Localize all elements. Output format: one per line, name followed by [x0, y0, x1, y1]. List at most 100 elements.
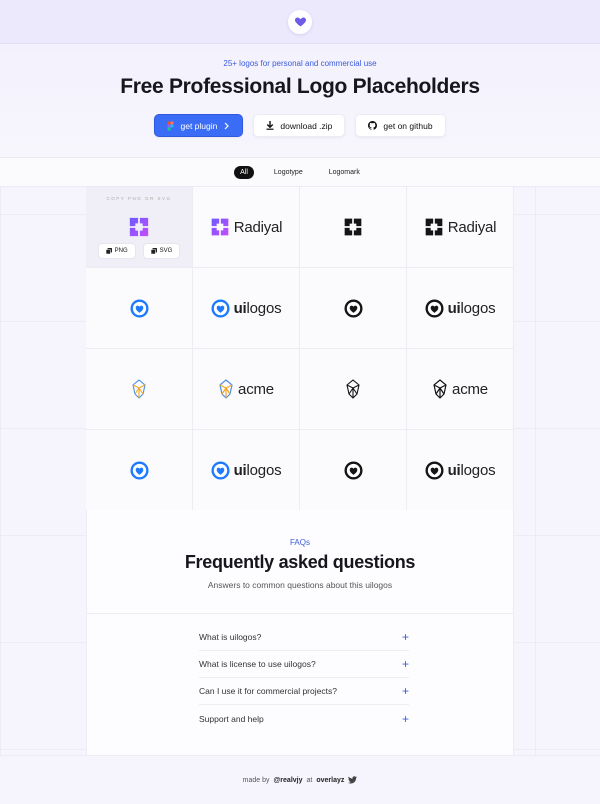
uilogos-word-ui: ui: [233, 461, 247, 479]
github-button[interactable]: get on github: [355, 114, 446, 137]
acme-wordmark: acme: [238, 380, 274, 398]
logo-card-uilogos-mark-blue[interactable]: [86, 268, 193, 349]
footer-company-link[interactable]: overlayz: [316, 777, 344, 784]
faq-list: What is uilogos? + What is license to us…: [199, 624, 409, 732]
uilogos-blue-heart-icon: [129, 298, 149, 318]
copy-icon: [105, 248, 112, 254]
radiyal-color-logomark: [211, 218, 229, 236]
faq-eyebrow: FAQs: [289, 538, 310, 547]
radiyal-wordmark: Radiyal: [447, 218, 497, 236]
logo-card-uilogos-mark-blue-2[interactable]: [86, 430, 193, 511]
tab-all[interactable]: All: [234, 165, 254, 179]
faq-question: What is uilogos?: [199, 632, 262, 642]
footer-made-by: made by: [242, 776, 270, 784]
radiyal-wordmark: Radiyal: [233, 218, 283, 236]
logo-card-uilogos-mark-mono-2[interactable]: [300, 430, 407, 511]
github-icon: [368, 121, 378, 130]
faq-item[interactable]: Can I use it for commercial projects? +: [199, 678, 409, 705]
logo-card-uilogos-type-mono[interactable]: uilogos: [407, 268, 514, 349]
top-bar: [0, 0, 600, 44]
heart-icon: [294, 17, 306, 27]
uilogos-wordmark: uilogos: [448, 462, 496, 479]
logo-card-acme-type-mono[interactable]: acme: [407, 349, 514, 430]
get-plugin-label: get plugin: [180, 120, 218, 131]
logo-card-acme-type-color[interactable]: acme: [193, 349, 300, 430]
logo-card-uilogos-type-blue-2[interactable]: uilogos: [193, 430, 300, 511]
plus-icon[interactable]: +: [402, 713, 409, 725]
faq-header: FAQs Frequently asked questions Answers …: [87, 510, 513, 614]
tab-logomark[interactable]: Logomark: [323, 166, 366, 179]
download-zip-button[interactable]: download .zip: [253, 114, 346, 137]
uilogos-word-ui: ui: [447, 299, 461, 317]
twitter-icon[interactable]: [348, 776, 358, 784]
copy-svg-button[interactable]: SVG: [142, 243, 181, 259]
github-label: get on github: [383, 120, 433, 131]
faq-item[interactable]: Support and help +: [199, 705, 409, 732]
logo-card-radiyal-mark-color[interactable]: COPY PNG OR SVG PNG SVG: [86, 187, 193, 268]
acme-color-logomark: [132, 379, 146, 399]
faq-question: Can I use it for commercial projects?: [199, 686, 337, 696]
chevron-right-icon: [224, 122, 230, 129]
copy-icon: [150, 248, 157, 254]
acme-mono-logomark: [433, 379, 447, 399]
hero: 25+ logos for personal and commercial us…: [0, 44, 600, 157]
faq-question: What is license to use uilogos?: [199, 659, 316, 669]
footer: made by @realvjy at overlayz: [0, 755, 600, 804]
faq-title: Frequently asked questions: [184, 552, 416, 572]
tab-logotype[interactable]: Logotype: [268, 166, 309, 179]
logo-card-radiyal-mark-mono[interactable]: [300, 187, 407, 268]
uilogos-mono-heart-icon: [425, 460, 444, 480]
footer-at: at: [306, 776, 313, 784]
uilogos-word-logos: logos: [246, 461, 282, 479]
copy-buttons: PNG SVG: [86, 243, 192, 259]
hero-actions: get plugin download .zip get on github: [0, 114, 600, 137]
logo-card-uilogos-type-blue[interactable]: uilogos: [193, 268, 300, 349]
faq-question: Support and help: [199, 713, 264, 724]
copy-png-button[interactable]: PNG: [97, 243, 136, 259]
uilogos-word-ui: ui: [447, 461, 461, 479]
download-icon: [266, 121, 274, 130]
faq-subtitle: Answers to common questions about this u…: [207, 580, 393, 590]
figma-icon: [167, 120, 175, 131]
uilogos-mono-heart-icon: [425, 298, 444, 318]
faq-section: FAQs Frequently asked questions Answers …: [86, 510, 514, 755]
uilogos-blue-heart-icon: [129, 460, 149, 480]
uilogos-wordmark: uilogos: [234, 462, 282, 479]
filter-tabs: All Logotype Logomark: [0, 157, 600, 187]
faq-item[interactable]: What is uilogos? +: [199, 624, 409, 651]
logo-card-acme-mark-color[interactable]: [86, 349, 193, 430]
uilogos-word-logos: logos: [246, 299, 282, 317]
download-label: download .zip: [280, 120, 333, 131]
site-logo[interactable]: [288, 9, 312, 34]
uilogos-word-ui: ui: [233, 299, 247, 317]
acme-mono-logomark: [346, 379, 360, 399]
uilogos-wordmark: uilogos: [234, 300, 282, 317]
uilogos-word-logos: logos: [460, 299, 496, 317]
footer-author-link[interactable]: @realvjy: [273, 777, 302, 784]
plus-icon[interactable]: +: [402, 685, 409, 697]
logo-grid: COPY PNG OR SVG PNG SVG Radiyal Radiyal …: [86, 187, 514, 511]
uilogos-blue-heart-icon: [211, 298, 230, 318]
logo-card-uilogos-mark-mono[interactable]: [300, 268, 407, 349]
logo-card-uilogos-type-mono-2[interactable]: uilogos: [407, 430, 514, 511]
uilogos-mono-heart-icon: [343, 298, 363, 318]
radiyal-mono-logomark: [344, 218, 362, 236]
uilogos-mono-heart-icon: [343, 460, 363, 480]
plus-icon[interactable]: +: [402, 631, 409, 643]
uilogos-word-logos: logos: [460, 461, 496, 479]
copy-hint: COPY PNG OR SVG: [106, 196, 172, 201]
page-title: Free Professional Logo Placeholders: [120, 75, 480, 98]
logo-card-radiyal-type-mono[interactable]: Radiyal: [407, 187, 514, 268]
hero-eyebrow: 25+ logos for personal and commercial us…: [223, 59, 377, 68]
png-label: PNG: [114, 248, 128, 254]
logo-card-acme-mark-mono[interactable]: [300, 349, 407, 430]
logo-card-radiyal-type-color[interactable]: Radiyal: [193, 187, 300, 268]
faq-item[interactable]: What is license to use uilogos? +: [199, 651, 409, 678]
acme-wordmark: acme: [452, 380, 488, 398]
radiyal-mono-logomark: [425, 218, 443, 236]
uilogos-wordmark: uilogos: [448, 300, 496, 317]
uilogos-blue-heart-icon: [211, 460, 230, 480]
get-plugin-button[interactable]: get plugin: [154, 114, 244, 137]
plus-icon[interactable]: +: [402, 658, 409, 670]
svg-label: SVG: [159, 248, 173, 254]
